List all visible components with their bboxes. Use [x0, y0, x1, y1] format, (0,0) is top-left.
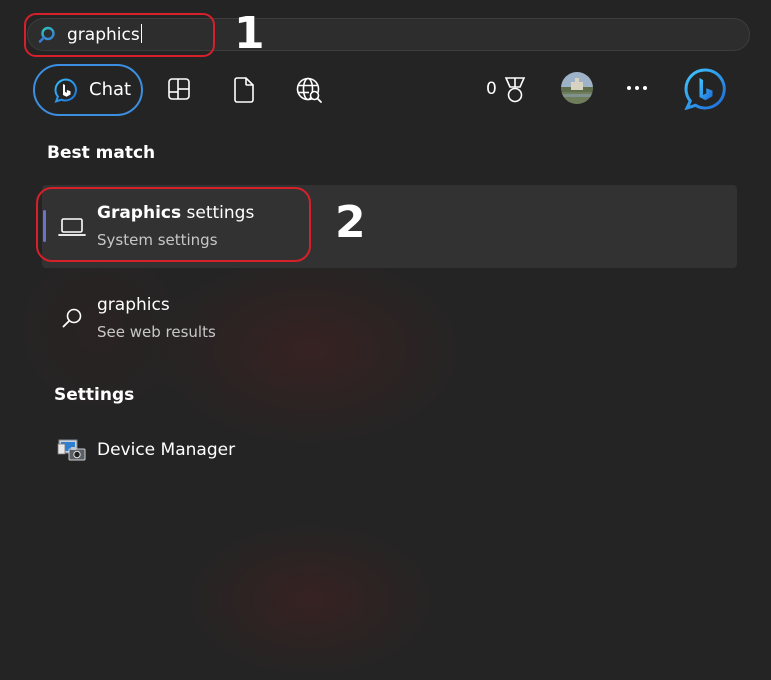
rewards-count[interactable]: 0: [486, 79, 497, 99]
web-result-title: graphics: [97, 295, 170, 315]
chat-button[interactable]: Chat: [33, 64, 143, 116]
profile-avatar[interactable]: [561, 72, 593, 104]
device-manager-label: Device Manager: [97, 440, 236, 460]
web-search-globe-icon[interactable]: [295, 76, 323, 104]
annotation-box-1: [24, 13, 215, 57]
settings-heading: Settings: [54, 385, 135, 405]
bing-chat-icon: [54, 78, 77, 103]
more-options-icon[interactable]: [626, 85, 648, 91]
rewards-medal-icon[interactable]: [502, 76, 528, 104]
annotation-number-2: 2: [335, 197, 366, 248]
device-manager-icon: [57, 439, 86, 461]
annotation-box-2: [36, 187, 311, 262]
background-glow: [180, 520, 440, 680]
best-match-heading: Best match: [47, 143, 156, 163]
web-result-subtitle: See web results: [97, 323, 216, 341]
search-icon: [62, 308, 82, 328]
chat-button-label: Chat: [89, 79, 132, 100]
bing-icon[interactable]: [684, 68, 726, 110]
annotation-number-1: 1: [234, 8, 265, 59]
document-icon[interactable]: [233, 76, 255, 104]
apps-grid-icon[interactable]: [167, 77, 191, 101]
